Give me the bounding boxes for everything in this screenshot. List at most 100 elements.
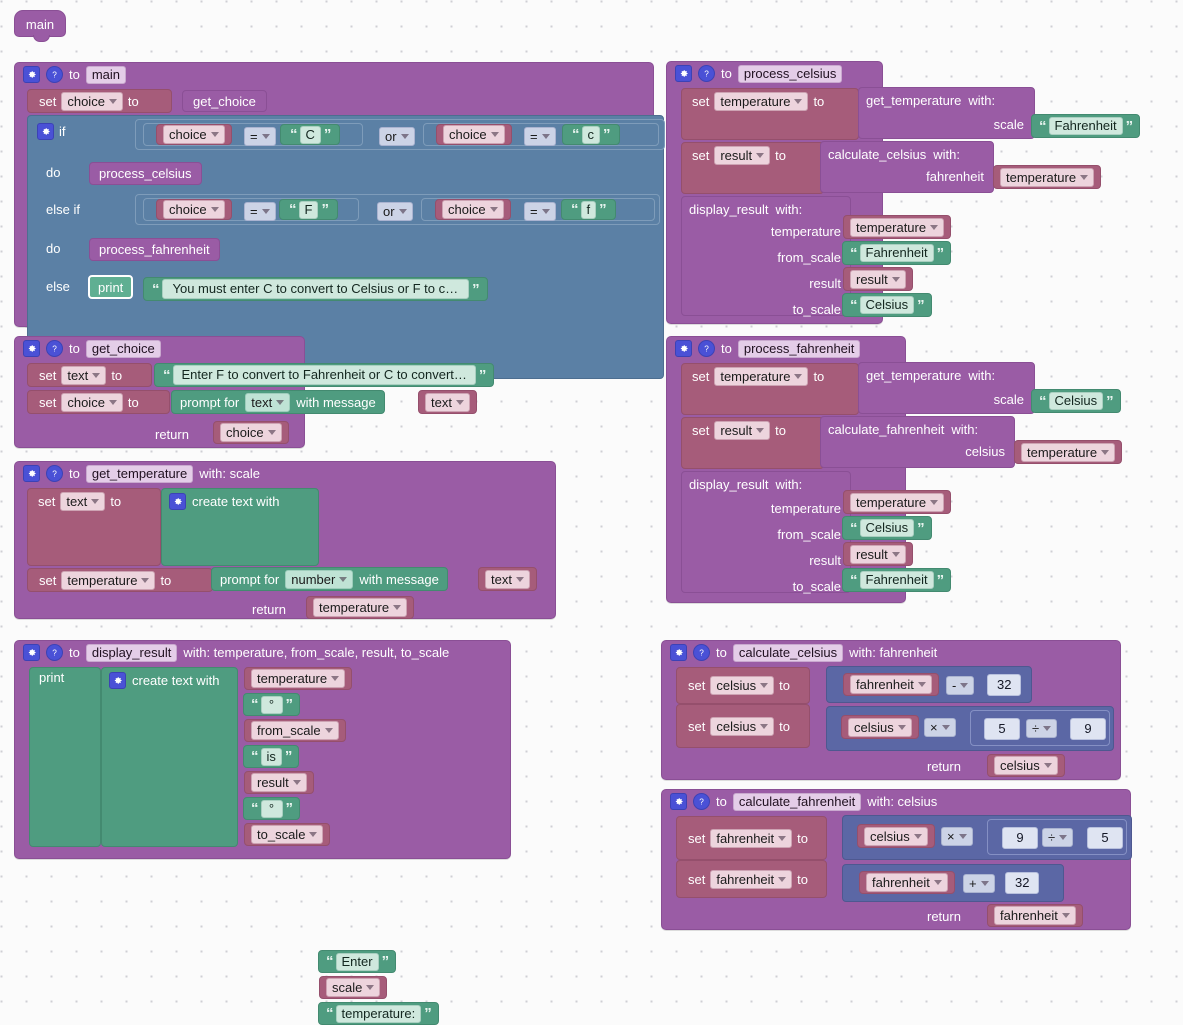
set-temperature-dropdown-pf[interactable]: temperature [714,367,808,386]
question-mark-icon[interactable]: ? [46,465,63,482]
display-arg-value-result-pf[interactable]: result [843,542,913,566]
procdef-process-celsius-header[interactable]: ? to process_celsius [667,62,900,85]
value-text-F[interactable]: “ F ” [279,199,338,220]
set-temperature-pc-row[interactable]: set temperature to [687,90,829,112]
number-field-32-cc[interactable]: 32 [987,674,1021,696]
value-return-temperature[interactable]: temperature [306,596,414,619]
procdef-calculate-fahrenheit-name[interactable]: calculate_fahrenheit [733,793,861,811]
fahrenheit-variable-dropdown-cf[interactable]: fahrenheit [866,873,948,892]
question-mark-icon[interactable]: ? [46,340,63,357]
prompt-number-message-dropdown[interactable]: text [485,570,530,589]
block-procdef-get-temperature[interactable]: ? to get_temperature with: scale set tex… [14,461,556,619]
math-operator-times-cf[interactable]: × [941,827,973,846]
text-field-from-scale-pc[interactable]: Fahrenheit [860,244,934,262]
text-field-degree-2[interactable]: ° [261,800,283,818]
block-create-text-with-display[interactable] [101,667,238,847]
gear-icon[interactable] [23,644,40,661]
compare-operator-2[interactable]: = [524,127,556,146]
procdef-main-name[interactable]: main [86,66,126,84]
display-temperature-dropdown-pf[interactable]: temperature [850,493,944,512]
text-field-degree-1[interactable]: ° [261,696,283,714]
value-text-fahrenheit-scale-pc[interactable]: “ Fahrenheit ” [1031,114,1140,138]
number-field-5-cf[interactable]: 5 [1087,827,1123,849]
text-field-enter[interactable]: Enter [336,953,379,971]
procdef-calculate-fahrenheit-header[interactable]: ? to calculate_fahrenheit with: celsius [662,790,1026,813]
calc-temperature-dropdown-pf[interactable]: temperature [1021,443,1115,462]
choice-variable-dropdown-3[interactable]: choice [163,200,225,219]
value-choice-3[interactable]: choice [156,199,232,220]
set-result-pc-row[interactable]: set result to [687,144,791,166]
compare-operator-4[interactable]: = [524,202,556,221]
block-call-process-fahrenheit[interactable]: process_fahrenheit [89,238,220,261]
text-field-celsius-scale-pf[interactable]: Celsius [1049,392,1104,410]
return-choice-dropdown[interactable]: choice [220,423,282,442]
text-field-F[interactable]: F [299,201,319,219]
set-result-pf-row[interactable]: set result to [687,419,791,441]
question-mark-icon[interactable]: ? [698,340,715,357]
text-field-temperature-colon[interactable]: temperature: [336,1005,422,1023]
result-variable-dropdown-dr[interactable]: result [251,773,307,792]
compare-operator-3[interactable]: = [244,202,276,221]
celsius-variable-dropdown-cc[interactable]: celsius [848,718,912,737]
question-mark-icon[interactable]: ? [46,66,63,83]
procdef-process-fahrenheit-header[interactable]: ? to process_fahrenheit [667,337,923,360]
prompt-message-variable-dropdown[interactable]: text [425,393,470,412]
text-field-c-lower[interactable]: c [582,126,601,144]
value-return-choice[interactable]: choice [213,421,289,444]
procdef-get-choice-header[interactable]: ? to get_choice [15,337,217,360]
block-prompt-for-text[interactable]: prompt for text with message [171,390,385,414]
block-call-main-orphan[interactable]: main [14,10,66,37]
procdef-process-fahrenheit-name[interactable]: process_fahrenheit [738,340,861,358]
return-fahrenheit-dropdown[interactable]: fahrenheit [994,906,1076,925]
create-text-header-gettemp[interactable]: create text with [169,490,279,512]
value-var-temperature-calc-pc[interactable]: temperature [993,165,1101,189]
set-celsius-dropdown-2[interactable]: celsius [710,717,774,736]
set-choice-variable-dropdown[interactable]: choice [61,92,123,111]
value-text-error-message[interactable]: “ You must enter C to convert to Celsius… [143,277,488,301]
display-result-dropdown-pc[interactable]: result [850,270,906,289]
procdef-calculate-celsius-name[interactable]: calculate_celsius [733,644,843,662]
or-operator-2[interactable]: or [377,202,413,221]
create-text-header-display[interactable]: create text with [109,669,219,691]
question-mark-icon[interactable]: ? [46,644,63,661]
value-text-choice-prompt[interactable]: “ Enter F to convert to Fahrenheit or C … [154,363,494,387]
choice-variable-dropdown-2[interactable]: choice [443,125,505,144]
value-choice-4[interactable]: choice [435,199,511,220]
text-field-C[interactable]: C [300,126,321,144]
number-field-9-cc[interactable]: 9 [1070,718,1106,740]
create-text-item-0[interactable]: “ Enter ” [318,950,396,973]
prompt-number-type-dropdown[interactable]: number [285,570,353,589]
scale-variable-dropdown[interactable]: scale [326,978,380,997]
gear-icon[interactable] [675,340,692,357]
procdef-process-celsius-name[interactable]: process_celsius [738,65,843,83]
display-text-item-0[interactable]: temperature [244,667,352,690]
block-set-choice-getchoice[interactable]: set choice to [27,390,170,414]
choice-variable-dropdown-1[interactable]: choice [163,125,225,144]
procdef-calculate-celsius-header[interactable]: ? to calculate_celsius with: fahrenheit [662,641,1010,664]
text-field-is[interactable]: is [261,748,282,766]
gear-icon[interactable] [670,793,687,810]
display-arg-value-from-scale-pc[interactable]: “ Fahrenheit ” [842,241,951,265]
block-print-display-result[interactable] [29,667,101,847]
text-field-to-scale-pc[interactable]: Celsius [860,296,915,314]
return-celsius-dropdown[interactable]: celsius [994,756,1058,775]
set-text-variable-dropdown-2[interactable]: text [60,492,105,511]
number-field-32-cf[interactable]: 32 [1005,872,1039,894]
text-field-f-lower[interactable]: f [581,201,597,219]
value-prompt-number-message-var[interactable]: text [478,567,537,591]
display-text-item-1[interactable]: “ ° ” [243,693,300,716]
math-operator-plus-cf[interactable]: + [963,874,995,893]
gear-icon[interactable] [23,66,40,83]
choice-variable-dropdown-4[interactable]: choice [442,200,504,219]
temperature-variable-dropdown-dr[interactable]: temperature [251,669,345,688]
set-temperature-dropdown-pc[interactable]: temperature [714,92,808,111]
question-mark-icon[interactable]: ? [698,65,715,82]
display-text-item-6[interactable]: to_scale [244,823,330,846]
fahrenheit-variable-dropdown-cc[interactable]: fahrenheit [850,675,932,694]
display-arg-value-to-scale-pf[interactable]: “ Fahrenheit ” [842,568,951,592]
procdef-display-result-name[interactable]: display_result [86,644,178,662]
value-text-f-lower[interactable]: “ f ” [561,199,616,220]
procdef-get-temperature-name[interactable]: get_temperature [86,465,193,483]
gear-icon[interactable] [670,644,687,661]
block-set-temperature-gettemp[interactable]: set temperature to [27,568,213,592]
